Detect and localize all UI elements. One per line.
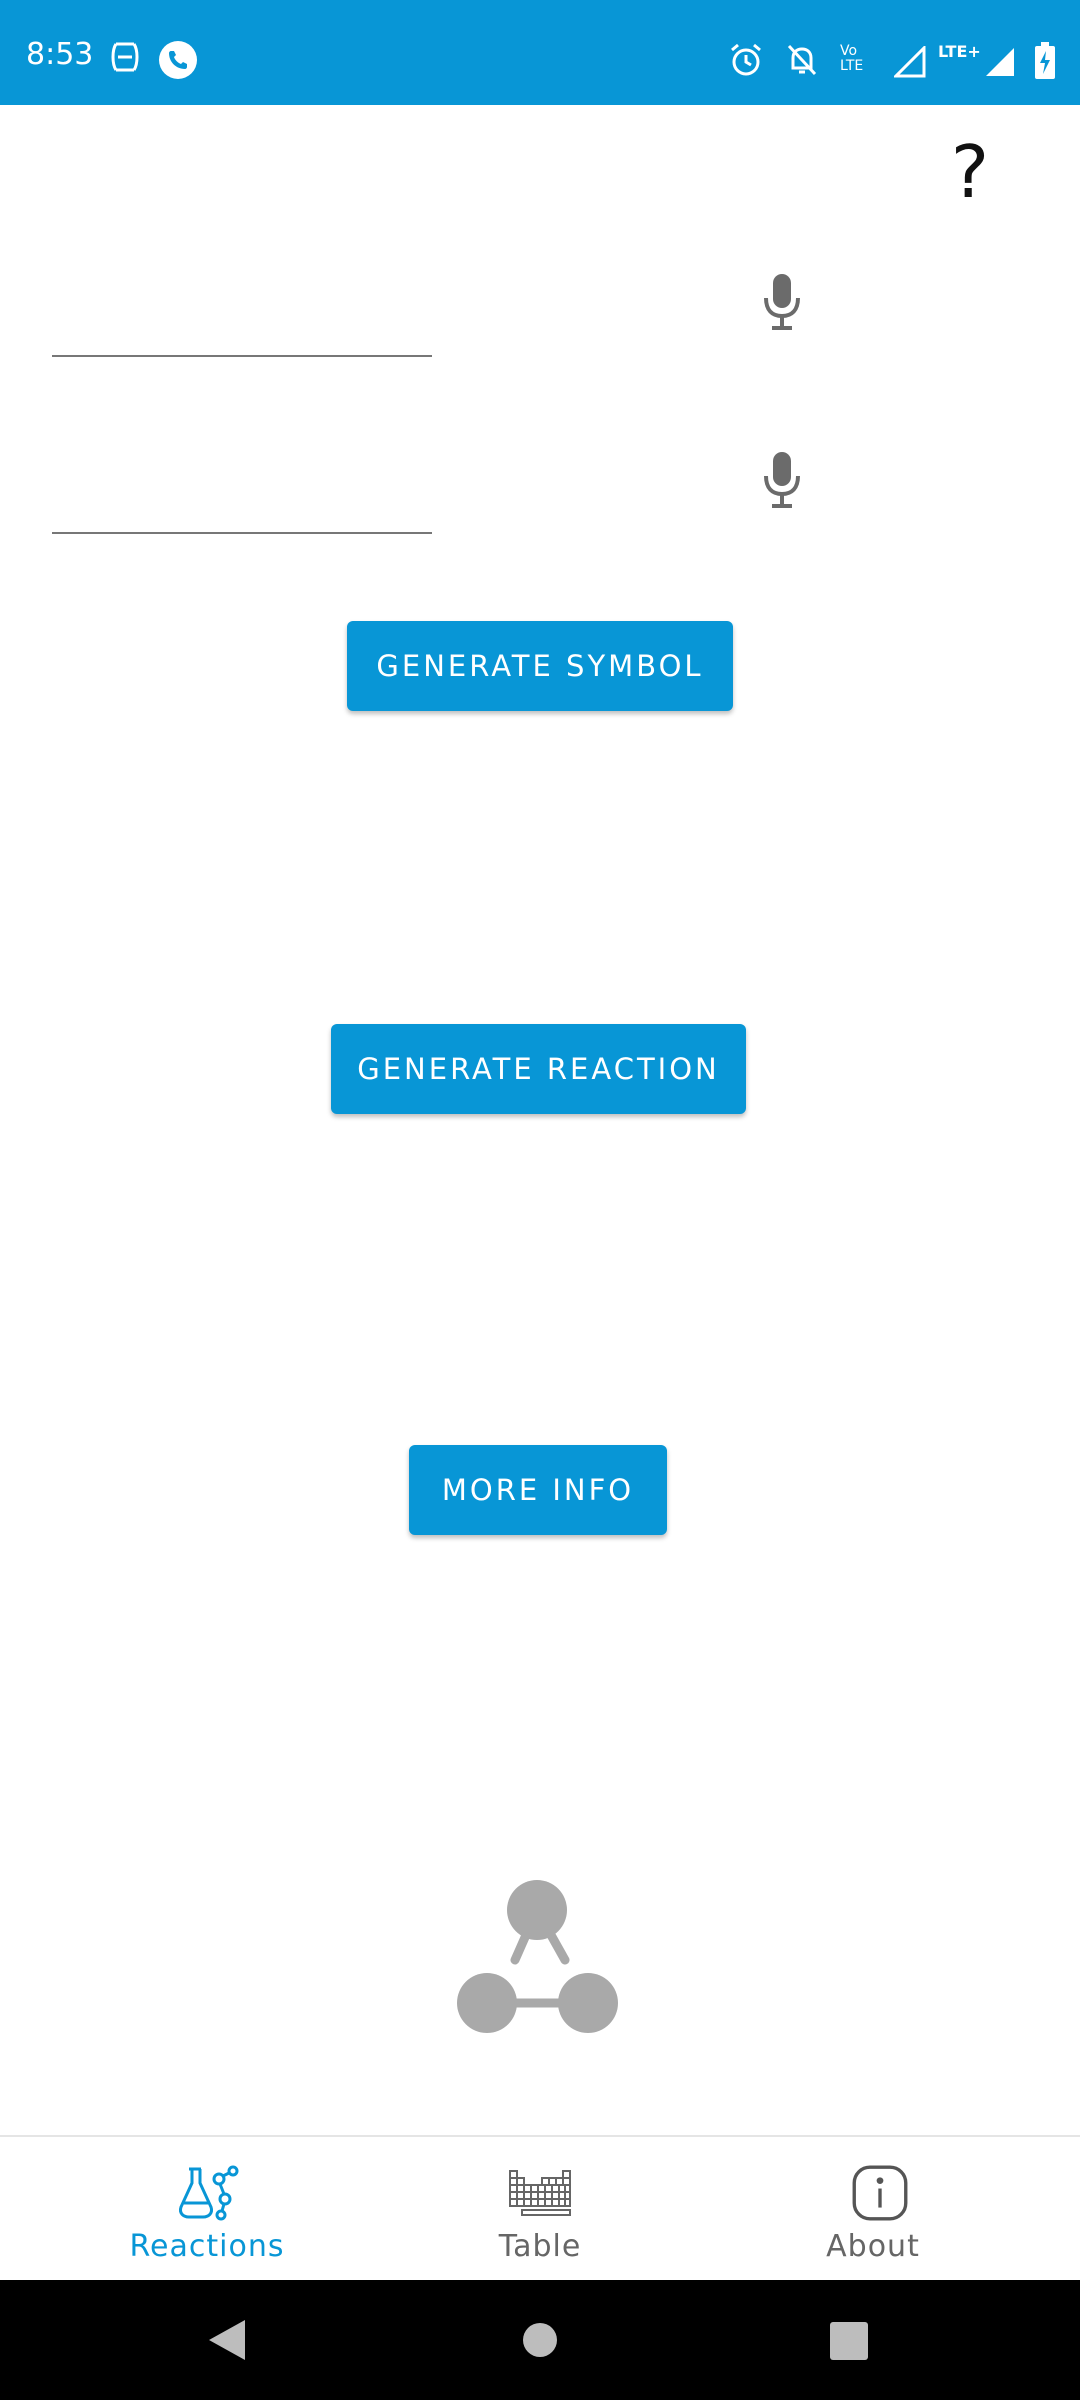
periodic-table-icon <box>509 2170 571 2216</box>
data-saver-icon <box>110 40 140 78</box>
volte-icon: Vo LTE <box>840 43 864 74</box>
reactions-flask-icon <box>179 2165 239 2221</box>
molecule-icon <box>455 1880 620 2035</box>
app-screen: 8:53 Vo LTE LTE+ ? GENERATE SYMBOL GENER… <box>0 0 1080 2400</box>
recents-icon[interactable] <box>829 2318 869 2366</box>
bottom-navigation: Reactions Table About <box>0 2135 1080 2282</box>
help-button[interactable]: ? <box>940 132 1000 212</box>
more-info-button[interactable]: MORE INFO <box>409 1445 667 1535</box>
nav-label-table: Table <box>498 2229 582 2264</box>
generate-reaction-button[interactable]: GENERATE REACTION <box>331 1024 746 1114</box>
lte-plus-icon: LTE+ <box>938 42 981 61</box>
first-input-field[interactable] <box>52 285 432 357</box>
second-input-field[interactable] <box>52 462 432 534</box>
home-icon[interactable] <box>522 2318 558 2366</box>
info-icon <box>852 2165 908 2221</box>
battery-charging-icon <box>1034 42 1056 84</box>
nav-item-about[interactable]: About <box>753 2137 993 2282</box>
nav-label-about: About <box>826 2229 920 2264</box>
microphone-icon[interactable] <box>762 272 802 332</box>
notifications-off-icon <box>784 42 820 82</box>
generate-symbol-button[interactable]: GENERATE SYMBOL <box>347 621 733 711</box>
microphone-icon[interactable] <box>762 450 802 510</box>
alarm-icon <box>728 42 764 82</box>
signal-icon <box>984 46 1016 82</box>
signal-icon <box>892 44 926 82</box>
back-icon[interactable] <box>207 2318 247 2366</box>
system-navigation-bar <box>0 2280 1080 2400</box>
nav-item-reactions[interactable]: Reactions <box>87 2137 327 2282</box>
status-time: 8:53 <box>26 37 94 72</box>
nav-item-table[interactable]: Table <box>420 2137 660 2282</box>
phone-call-icon <box>158 40 198 84</box>
nav-label-reactions: Reactions <box>129 2229 285 2264</box>
status-bar: 8:53 Vo LTE LTE+ <box>0 0 1080 105</box>
